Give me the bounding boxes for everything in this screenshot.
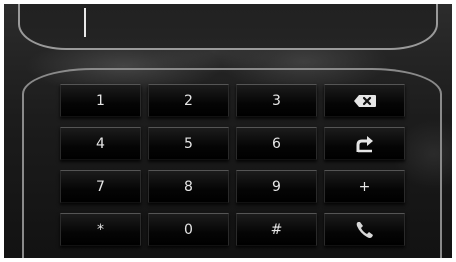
- key-5[interactable]: 5: [148, 127, 229, 160]
- phone-dialer-screen: 1 2 3 4 5 6 7 8 9 + * 0 #: [4, 4, 452, 258]
- keypad: 1 2 3 4 5 6 7 8 9 + * 0 #: [60, 84, 407, 246]
- key-0[interactable]: 0: [148, 213, 229, 246]
- backspace-button[interactable]: [324, 84, 405, 117]
- key-8[interactable]: 8: [148, 170, 229, 203]
- key-9[interactable]: 9: [236, 170, 317, 203]
- key-2[interactable]: 2: [148, 84, 229, 117]
- key-3[interactable]: 3: [236, 84, 317, 117]
- redial-button[interactable]: [324, 127, 405, 160]
- key-star[interactable]: *: [60, 213, 141, 246]
- key-4[interactable]: 4: [60, 127, 141, 160]
- key-hash[interactable]: #: [236, 213, 317, 246]
- call-button[interactable]: [324, 213, 405, 246]
- redial-icon: [355, 135, 375, 153]
- key-6[interactable]: 6: [236, 127, 317, 160]
- backspace-icon: [353, 94, 377, 108]
- number-display: [18, 4, 438, 50]
- key-7[interactable]: 7: [60, 170, 141, 203]
- text-cursor: [84, 8, 86, 37]
- key-plus[interactable]: +: [324, 170, 405, 203]
- call-icon: [355, 220, 375, 240]
- key-1[interactable]: 1: [60, 84, 141, 117]
